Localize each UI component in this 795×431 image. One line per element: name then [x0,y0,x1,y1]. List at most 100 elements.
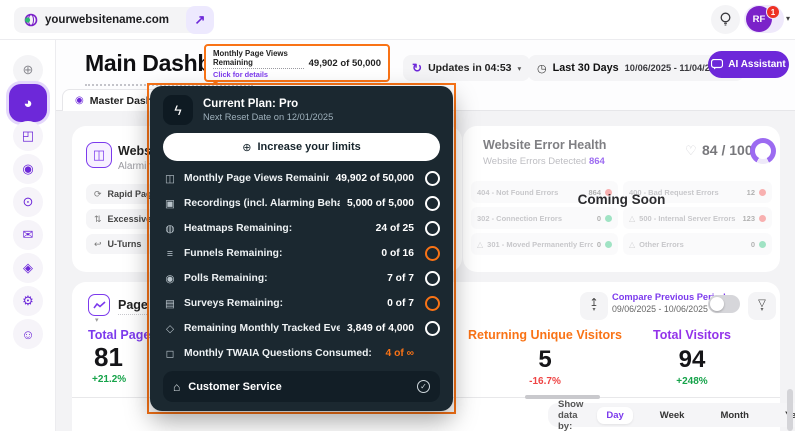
limit-row: ≡ Funnels Remaining: 0 of 16 [163,241,440,266]
limit-row: ▣ Recordings (incl. Alarming Behavior) .… [163,191,440,216]
error-row: △ 301 - Moved Permanently Errors 0 [471,233,618,255]
monthly-pageviews-box[interactable]: Monthly Page Views Remaining 49,902 of 5… [204,44,390,82]
sidebar: ⊕ ◕ ◰ ◉ ⊙ ✉ ◈ [0,40,56,431]
increase-limits-button[interactable]: ⊕ Increase your limits [163,133,440,161]
limit-label: Funnels Remaining: [184,248,374,259]
error-count: 0 [597,214,601,223]
external-link-icon: ↗ [195,12,206,28]
sidebar-icon: ☺ [21,327,34,342]
sidebar-icon: ✉ [23,227,34,243]
limit-icon: ◇ [163,323,177,335]
error-label: 302 - Connection Errors [477,214,593,223]
tips-button[interactable] [711,5,740,34]
limit-value: 0 of 16 [381,248,414,259]
limit-label: Monthly TWAIA Questions Consumed: [184,348,378,359]
topbar: yourwebsitename.com ▾ ↗ RF 1 ▾ [0,0,795,40]
limit-value: 3,849 of 4,000 [347,323,414,334]
granularity-option[interactable]: Month [711,407,758,424]
stat-column: Returning Unique Visitors 5 -16.7% [465,328,625,387]
limit-status-circle[interactable] [425,321,440,336]
error-row: △ 500 - Internal Server Errors 123 [623,207,772,229]
sidebar-item[interactable]: ⊙ [13,187,43,217]
user-menu[interactable]: RF 1 ▾ [744,5,794,33]
limit-icon: ◻ [163,348,177,360]
limit-label: Monthly Page Views Remaining: [184,173,329,184]
error-row: 302 - Connection Errors 0 [471,207,618,229]
stat-value: 5 [465,346,625,374]
customer-service-row[interactable]: ⌂ Customer Service ✓ [163,371,440,402]
chevron-down-icon[interactable]: ▾ [95,316,99,324]
limit-label: Recordings (incl. Alarming Behavior) ... [184,198,340,209]
updates-label: Updates in 04:53 [428,62,511,74]
show-data-by-group: Show data by: Day Week Month Year [548,403,795,427]
stat-label: Returning Unique Visitors [465,328,625,342]
health-score: 84 / 100 [702,142,753,158]
status-dot [759,241,766,248]
ai-assistant-button[interactable]: AI Assistant [708,51,789,78]
notification-badge: 1 [766,5,780,19]
sidebar-item[interactable]: ◈ [13,253,43,283]
lightning-icon: ϟ [163,95,193,125]
sidebar-item[interactable]: ✉ [13,220,43,250]
limit-label: Heatmaps Remaining: [184,223,369,234]
plan-reset-date: Next Reset Date on 12/01/2025 [203,112,333,122]
filter-button[interactable]: ▽ ▾ [748,292,776,320]
globe-icon [24,13,38,27]
limit-value: 0 of 7 [387,298,414,309]
limit-status-circle[interactable] [425,296,440,311]
check-circle-icon: ✓ [417,380,430,393]
plan-popup: ϟ Current Plan: Pro Next Reset Date on 1… [150,86,453,411]
stat-label: Total Visitors [612,328,772,342]
refresh-icon: ↻ [412,61,422,75]
updates-dropdown[interactable]: ↻ Updates in 04:53 ▾ [403,55,530,81]
spiral-icon: ◉ [75,95,84,106]
sidebar-item[interactable]: ⚙ [13,286,43,316]
limit-icon: ◍ [163,223,177,235]
compare-toggle[interactable] [708,295,740,313]
limit-label: Polls Remaining: [184,273,380,284]
limit-icon: ≡ [163,248,177,260]
limit-status-circle[interactable] [425,271,440,286]
sidebar-item[interactable]: ◕ [9,84,47,122]
mpv-details-link[interactable]: Click for details [213,70,381,79]
stat-delta: +248% [612,376,772,387]
limit-status-circle[interactable] [425,171,440,186]
stat-value: 94 [612,346,772,374]
show-data-by-label: Show data by: [558,399,583,431]
app-root: ⊕ ◕ ◰ ◉ ⊙ ✉ ◈ [0,0,795,431]
site-selector[interactable]: yourwebsitename.com ▾ [14,7,206,33]
mpv-value: 49,902 of 50,000 [309,58,381,69]
limit-row: ▤ Surveys Remaining: 0 of 7 [163,291,440,316]
open-site-button[interactable]: ↗ [186,6,214,34]
sidebar-item[interactable]: ◰ [13,121,43,151]
vertical-scrollbar[interactable] [787,389,793,431]
sidebar-item[interactable]: ⊕ [13,55,43,85]
limit-icon: ▤ [163,298,177,310]
sidebar-item[interactable]: ☺ [13,319,43,349]
export-button[interactable]: ↥ ▾ [580,292,608,320]
ai-assistant-label: AI Assistant [728,59,785,70]
sidebar-icon: ◕ [23,95,32,112]
error-health-card: Website Error Health Website Errors Dete… [463,126,780,272]
coming-soon-label: Coming Soon [463,192,780,207]
limit-status-circle[interactable] [425,246,440,261]
chevron-down-icon: ▾ [518,64,522,73]
sidebar-item[interactable]: ◉ [13,154,43,184]
warning-triangle-icon: △ [477,240,483,249]
behavior-card-icon: ◫ [86,142,112,168]
limit-row: ◉ Polls Remaining: 7 of 7 [163,266,440,291]
limit-label: Surveys Remaining: [184,298,380,309]
granularity-option[interactable]: Week [651,407,694,424]
limit-status-circle[interactable] [425,221,440,236]
customer-service-icon: ⌂ [173,380,180,394]
error-label: Other Errors [639,240,747,249]
warning-triangle-icon: △ [629,240,635,249]
behavior-item-icon: ↩ [94,239,102,250]
limit-status-circle[interactable] [425,196,440,211]
granularity-option[interactable]: Day [597,407,632,424]
error-label: 500 - Internal Server Errors [639,214,738,223]
limits-list: ◫ Monthly Page Views Remaining: 49,902 o… [163,166,440,366]
error-card-title: Website Error Health [483,138,606,152]
limit-icon: ◉ [163,273,177,285]
sidebar-icon: ⚙ [22,293,34,309]
